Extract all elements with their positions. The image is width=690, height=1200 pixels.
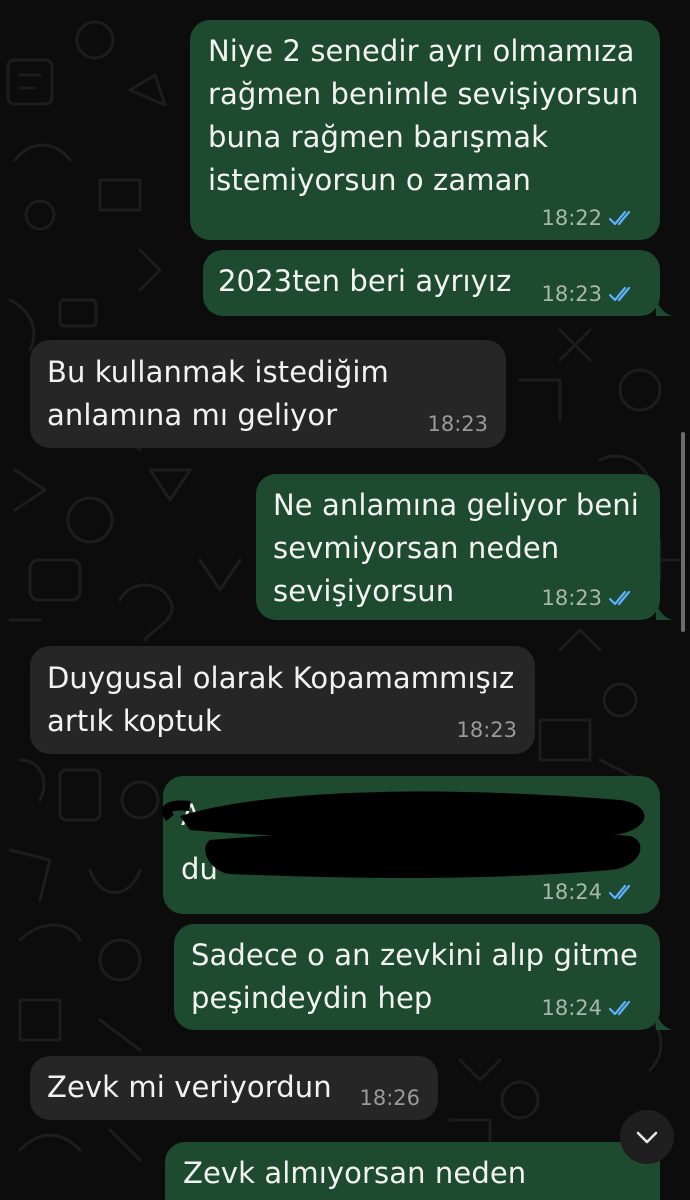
- message-bubble-incoming[interactable]: Duygusal olarak Kopamammışız artık koptu…: [30, 646, 535, 754]
- message-meta: 18:22: [541, 206, 638, 230]
- message-bubble-incoming[interactable]: Bu kullanmak istediğim anlamına mı geliy…: [30, 340, 506, 448]
- message-bubble-outgoing[interactable]: Niye 2 senedir ayrı olmamıza rağmen beni…: [190, 20, 660, 240]
- message-bubble-outgoing[interactable]: Sadece o an zevkini alıp gitme peşindeyd…: [174, 924, 660, 1030]
- message-meta: 18:23: [541, 282, 638, 306]
- message-text: Zevk almıyorsan neden seviştin: [183, 1156, 527, 1200]
- message-time: 18:23: [427, 412, 488, 436]
- scrollbar[interactable]: [681, 432, 685, 632]
- message-text: Niye 2 senedir ayrı olmamıza rağmen beni…: [208, 34, 639, 197]
- message-bubble-outgoing[interactable]: Ne anlamına geliyor beni sevmiyorsan ned…: [256, 474, 660, 620]
- chevron-down-icon: [636, 1131, 658, 1144]
- double-check-icon: [608, 210, 631, 226]
- message-time: 18:23: [541, 586, 602, 610]
- message-time: 18:24: [541, 996, 602, 1020]
- bubble-tail: [656, 298, 672, 316]
- message-meta: 18:23: [427, 412, 488, 436]
- message-meta: 18:23: [541, 586, 638, 610]
- double-check-icon: [608, 590, 631, 606]
- message-text: Duygusal olarak Kopamammışız artık koptu…: [47, 661, 515, 738]
- message-time: 18:26: [359, 1086, 420, 1110]
- scroll-to-bottom-button[interactable]: [620, 1110, 674, 1164]
- message-time: 18:23: [456, 718, 517, 742]
- message-time: 18:22: [541, 206, 602, 230]
- message-meta: 18:23: [456, 718, 517, 742]
- chat-view[interactable]: Niye 2 senedir ayrı olmamıza rağmen beni…: [0, 0, 690, 1200]
- bubble-tail: [656, 1012, 672, 1030]
- double-check-icon: [608, 1000, 631, 1016]
- redaction-scribble: [162, 791, 645, 878]
- message-bubble-outgoing[interactable]: 2023ten beri ayrıyız 18:23: [203, 250, 660, 316]
- message-time: 18:23: [541, 282, 602, 306]
- message-text: Bu kullanmak istediğim anlamına mı geliy…: [47, 355, 389, 432]
- message-meta: 18:26: [359, 1086, 420, 1110]
- double-check-icon: [608, 286, 631, 302]
- message-bubble-outgoing[interactable]: Zevk almıyorsan neden seviştin: [165, 1142, 660, 1200]
- message-bubble-incoming[interactable]: Zevk mi veriyordun 18:26: [30, 1056, 438, 1120]
- bubble-tail: [656, 602, 672, 620]
- message-meta: 18:24: [541, 996, 638, 1020]
